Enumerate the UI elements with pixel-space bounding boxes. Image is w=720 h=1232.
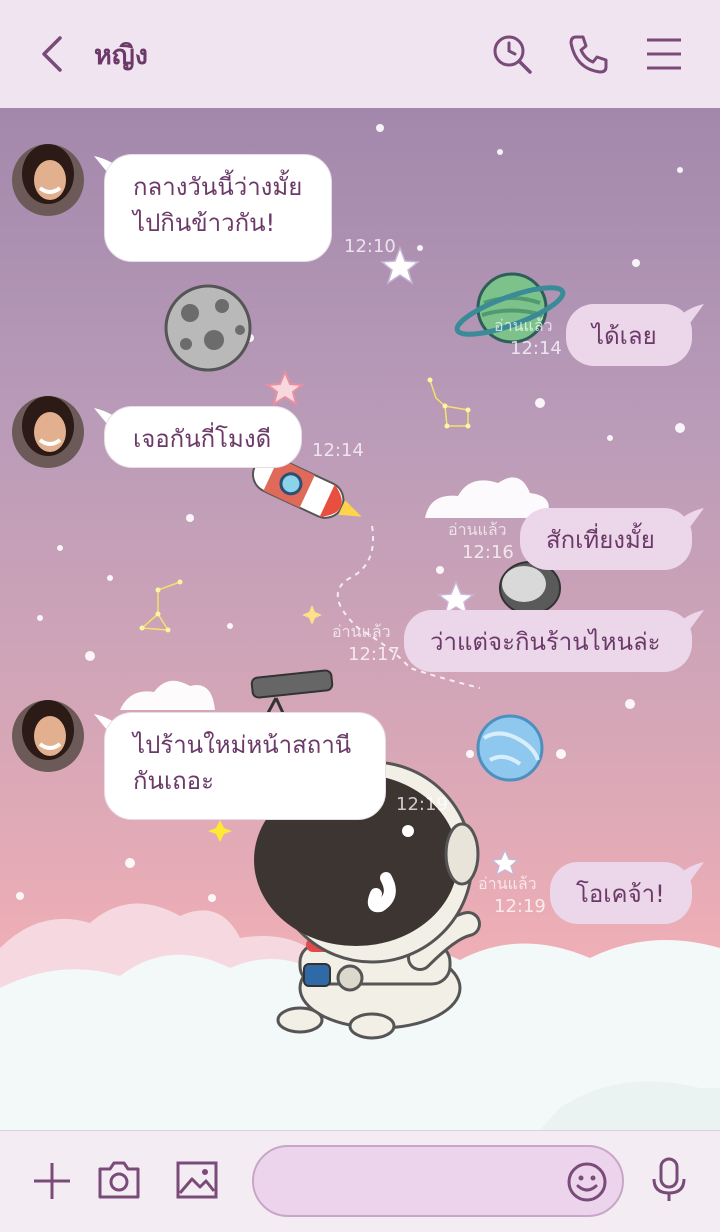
- message-bubble-outgoing[interactable]: ว่าแต่จะกินร้านไหนล่ะ: [404, 610, 692, 672]
- message-bubble-outgoing[interactable]: ได้เลย: [566, 304, 692, 366]
- menu-icon[interactable]: [643, 32, 687, 76]
- message-bubble-incoming[interactable]: เจอกันกี่โมงดี: [104, 406, 302, 468]
- bubble-tail: [676, 862, 704, 884]
- bubble-tail: [676, 508, 704, 530]
- message-text: ไปกินข้าวกัน!: [133, 209, 276, 237]
- message-time: 12:17: [348, 644, 400, 665]
- bubble-tail: [676, 304, 704, 326]
- message-bubble-outgoing[interactable]: โอเคจ้า!: [550, 862, 692, 924]
- message-text: เจอกันกี่โมงดี: [133, 425, 272, 453]
- message-time: 12:14: [312, 440, 364, 461]
- message-bubble-incoming[interactable]: กลางวันนี้ว่างมั้ย ไปกินข้าวกัน!: [104, 154, 332, 262]
- message-text: ไปร้านใหม่หน้าสถานี: [133, 731, 352, 759]
- message-bubble-outgoing[interactable]: สักเที่ยงมั้ย: [520, 508, 692, 570]
- chat-header: หญิง: [0, 0, 720, 108]
- avatar-photo: [12, 144, 84, 216]
- message-input[interactable]: [278, 1165, 558, 1199]
- message-text: สักเที่ยงมั้ย: [546, 526, 655, 554]
- bubble-tail: [676, 610, 704, 632]
- message-bubble-incoming[interactable]: ไปร้านใหม่หน้าสถานี กันเถอะ: [104, 712, 386, 820]
- chat-area[interactable]: กลางวันนี้ว่างมั้ย ไปกินข้าวกัน! 12:10 อ…: [0, 108, 720, 1130]
- message-time: 12:16: [462, 542, 514, 563]
- image-icon[interactable]: [174, 1157, 220, 1203]
- message-text: ได้เลย: [592, 322, 657, 350]
- message-time: 12:10: [344, 236, 396, 257]
- read-receipt: อ่านแล้ว: [448, 520, 507, 539]
- message-text: ว่าแต่จะกินร้านไหนล่ะ: [430, 628, 661, 656]
- camera-icon[interactable]: [96, 1157, 142, 1203]
- read-receipt: อ่านแล้ว: [494, 316, 553, 335]
- emoji-icon[interactable]: [566, 1161, 608, 1203]
- message-time: 12:19: [494, 896, 546, 917]
- read-receipt: อ่านแล้ว: [332, 622, 391, 641]
- contact-avatar[interactable]: [12, 144, 84, 216]
- avatar-photo: [12, 396, 84, 468]
- microphone-icon[interactable]: [648, 1155, 690, 1205]
- chat-title: หญิง: [94, 40, 148, 71]
- search-history-icon[interactable]: [490, 32, 534, 76]
- contact-avatar[interactable]: [12, 396, 84, 468]
- contact-avatar[interactable]: [12, 700, 84, 772]
- message-text: โอเคจ้า!: [576, 880, 665, 908]
- message-time: 12:14: [510, 338, 562, 359]
- plus-icon[interactable]: [30, 1159, 74, 1203]
- message-text: กันเถอะ: [133, 767, 214, 795]
- message-text: กลางวันนี้ว่างมั้ย: [133, 173, 303, 201]
- message-input-bar: [0, 1130, 720, 1232]
- message-input-wrapper[interactable]: [252, 1145, 624, 1217]
- phone-icon[interactable]: [566, 32, 610, 76]
- message-time: 12:19: [396, 794, 448, 815]
- read-receipt: อ่านแล้ว: [478, 874, 537, 893]
- avatar-photo: [12, 700, 84, 772]
- back-arrow-icon[interactable]: [34, 32, 74, 76]
